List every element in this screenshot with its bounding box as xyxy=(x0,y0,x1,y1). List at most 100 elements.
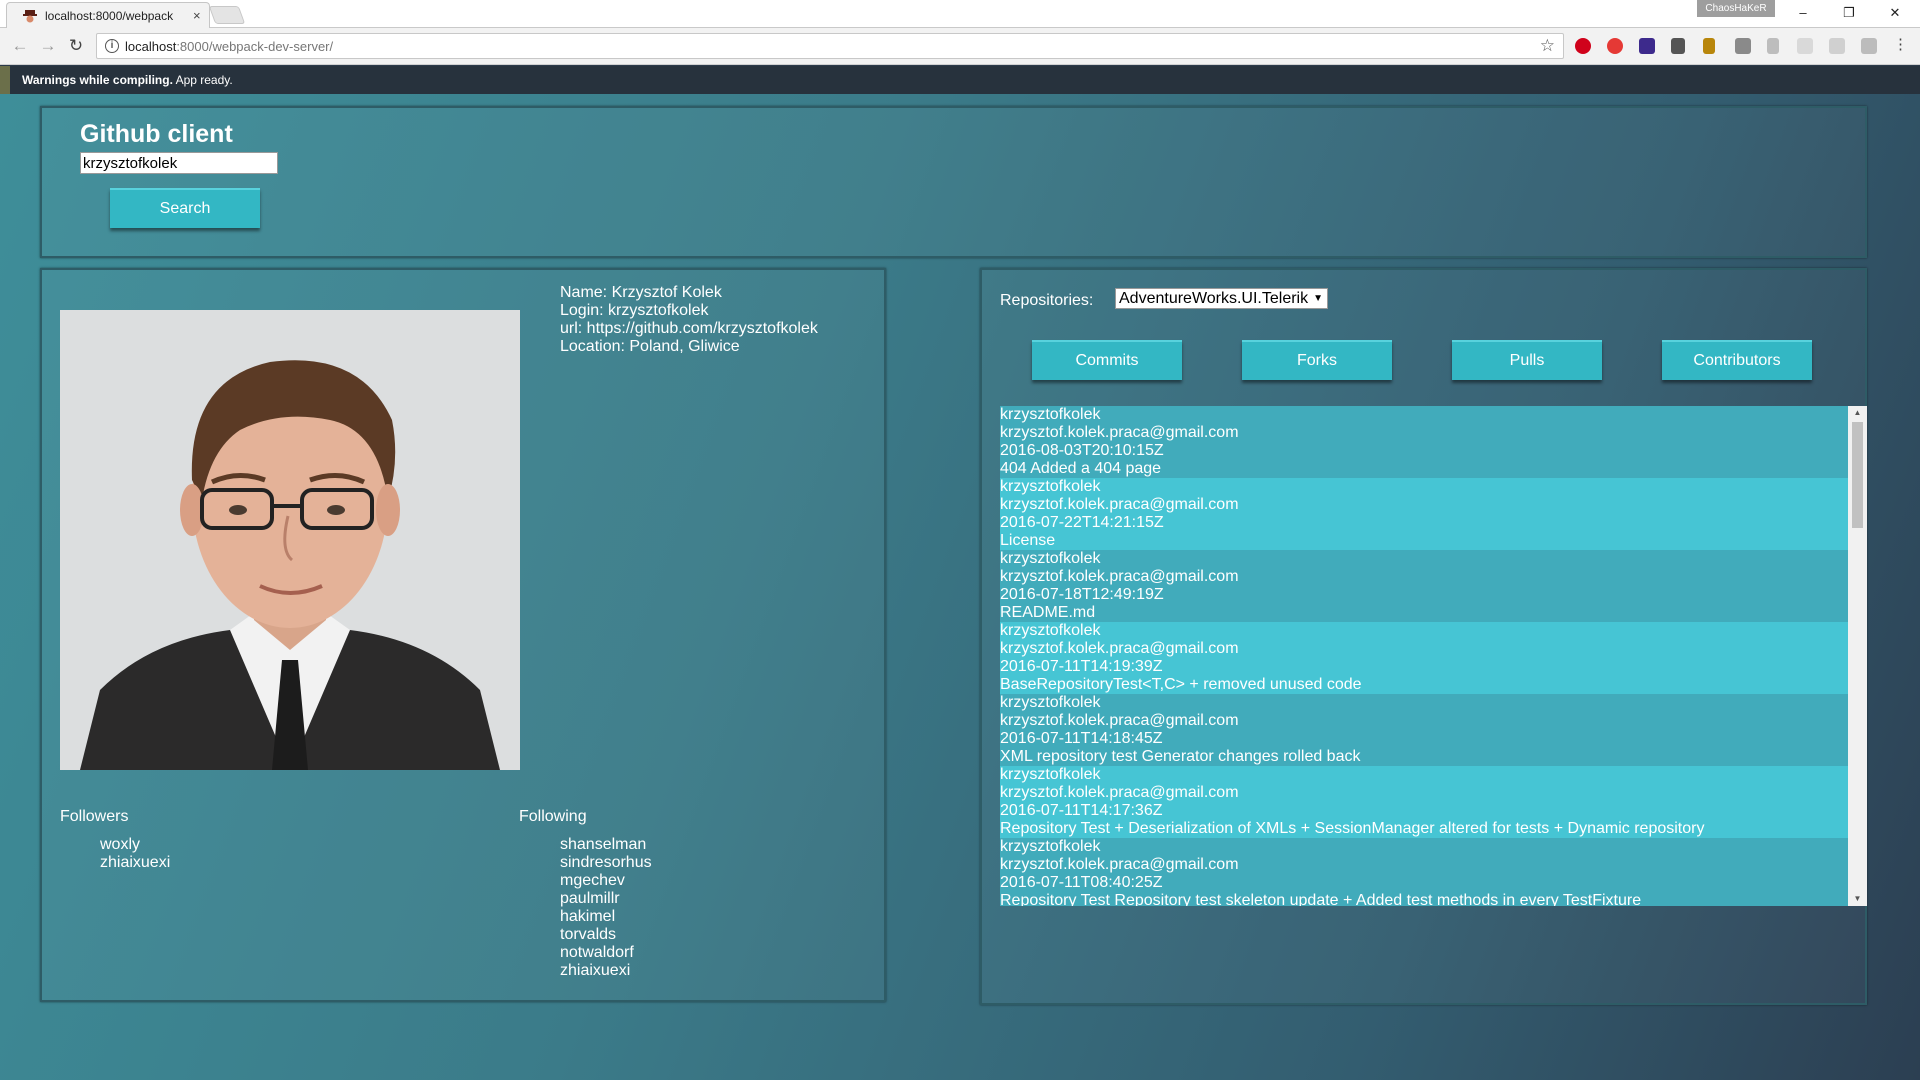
commit-email: krzysztof.kolek.praca@gmail.com xyxy=(1000,856,1239,873)
tab-pulls[interactable]: Pulls xyxy=(1452,340,1602,380)
browser-tabstrip: localhost:8000/webpack × ChaosHaKeR – ❐ … xyxy=(0,0,1920,28)
commit-message: Repository Test Repository test skeleton… xyxy=(1000,892,1642,906)
commit-author: krzysztofkolek xyxy=(1000,478,1101,495)
following-item[interactable]: torvalds xyxy=(560,926,652,944)
scroll-thumb[interactable] xyxy=(1852,422,1863,528)
followers-title: Followers xyxy=(60,808,129,825)
commit-item[interactable]: krzysztofkolek krzysztof.kolek.praca@gmai… xyxy=(1000,766,1848,838)
following-item[interactable]: paulmillr xyxy=(560,890,652,908)
address-bar[interactable]: i localhost:8000/webpack-dev-server/ ☆ xyxy=(96,33,1564,59)
commit-message: License xyxy=(1000,532,1056,549)
status-text: Warnings while compiling. App ready. xyxy=(22,73,233,87)
dropdown-arrow-icon: ▼ xyxy=(1313,293,1323,304)
commit-date: 2016-07-11T14:18:45Z xyxy=(1000,730,1163,747)
follower-item[interactable]: zhiaixuexi xyxy=(100,854,170,872)
reload-icon[interactable]: ↻ xyxy=(66,36,86,56)
restore-button[interactable]: ❐ xyxy=(1834,3,1864,23)
new-tab-button[interactable] xyxy=(208,6,246,24)
commit-item[interactable]: krzysztofkolek krzysztof.kolek.praca@gmai… xyxy=(1000,550,1848,622)
user-url: url: https://github.com/krzysztofkolek xyxy=(560,320,818,337)
dev-server-status-bar: Warnings while compiling. App ready. xyxy=(0,66,1920,94)
following-item[interactable]: shanselman xyxy=(560,836,652,854)
commit-email: krzysztof.kolek.praca@gmail.com xyxy=(1000,424,1239,441)
extension-icon[interactable] xyxy=(1639,38,1655,54)
following-title: Following xyxy=(519,808,587,825)
username-input[interactable] xyxy=(80,152,278,174)
following-item[interactable]: mgechev xyxy=(560,872,652,890)
user-login: Login: krzysztofkolek xyxy=(560,302,709,319)
commit-message: Repository Test + Deserialization of XML… xyxy=(1000,820,1705,837)
tab-title: localhost:8000/webpack xyxy=(45,9,174,23)
push-extension-icon[interactable] xyxy=(1671,38,1685,54)
following-list: shanselman sindresorhus mgechev paulmill… xyxy=(560,836,652,980)
commit-date: 2016-07-11T08:40:25Z xyxy=(1000,874,1163,891)
opera-extension-icon[interactable] xyxy=(1575,38,1591,54)
commit-email: krzysztof.kolek.praca@gmail.com xyxy=(1000,496,1239,513)
repositories-label: Repositories: xyxy=(1000,292,1094,309)
commit-author: krzysztofkolek xyxy=(1000,622,1101,639)
profile-badge[interactable]: ChaosHaKeR xyxy=(1697,0,1775,17)
repo-panel: Repositories: AdventureWorks.UI.Telerik … xyxy=(980,268,1867,1005)
commit-list[interactable]: krzysztofkolek krzysztof.kolek.praca@gmai… xyxy=(1000,406,1867,906)
repository-select[interactable]: AdventureWorks.UI.Telerik ▼ xyxy=(1115,288,1328,309)
close-window-button[interactable]: ✕ xyxy=(1880,3,1910,23)
back-arrow-icon[interactable]: ← xyxy=(10,36,30,56)
browser-toolbar: ← → ↻ i localhost:8000/webpack-dev-serve… xyxy=(0,28,1920,65)
user-name: Name: Krzysztof Kolek xyxy=(560,284,722,301)
commit-date: 2016-07-18T12:49:19Z xyxy=(1000,586,1164,603)
commit-date: 2016-07-11T14:17:36Z xyxy=(1000,802,1163,819)
user-panel: Name: Krzysztof Kolek Login: krzysztofko… xyxy=(40,268,886,1002)
bookmark-star-icon[interactable]: ☆ xyxy=(1540,36,1555,56)
menu-dots-icon[interactable]: ⋮ xyxy=(1893,37,1909,54)
search-panel: Github client Search xyxy=(40,106,1867,258)
extension-icon[interactable] xyxy=(1797,38,1813,54)
commit-item[interactable]: krzysztofkolek krzysztof.kolek.praca@gmai… xyxy=(1000,694,1848,766)
commit-author: krzysztofkolek xyxy=(1000,766,1101,783)
extension-icon[interactable] xyxy=(1829,38,1845,54)
scroll-down-icon[interactable]: ▼ xyxy=(1848,892,1867,906)
info-icon[interactable]: i xyxy=(105,39,119,53)
following-item[interactable]: hakimel xyxy=(560,908,652,926)
tab-forks[interactable]: Forks xyxy=(1242,340,1392,380)
commit-author: krzysztofkolek xyxy=(1000,406,1101,423)
following-item[interactable]: zhiaixuexi xyxy=(560,962,652,980)
commit-item[interactable]: krzysztofkolek krzysztof.kolek.praca@gmai… xyxy=(1000,622,1848,694)
commit-item[interactable]: krzysztofkolek krzysztof.kolek.praca@gmai… xyxy=(1000,478,1848,550)
commit-date: 2016-07-11T14:19:39Z xyxy=(1000,658,1163,675)
commit-item[interactable]: krzysztofkolek krzysztof.kolek.praca@gmai… xyxy=(1000,838,1848,906)
search-button[interactable]: Search xyxy=(110,188,260,228)
tab-commits[interactable]: Commits xyxy=(1032,340,1182,380)
follower-item[interactable]: woxly xyxy=(100,836,170,854)
repository-selected-value: AdventureWorks.UI.Telerik xyxy=(1119,290,1309,307)
extension-icon[interactable] xyxy=(1861,38,1877,54)
scrollbar[interactable]: ▲ ▼ xyxy=(1848,406,1867,906)
app-title: Github client xyxy=(80,120,233,148)
avatar-photo xyxy=(60,310,520,770)
scroll-up-icon[interactable]: ▲ xyxy=(1848,406,1867,420)
minimize-button[interactable]: – xyxy=(1788,3,1818,23)
commit-author: krzysztofkolek xyxy=(1000,694,1101,711)
followers-list: woxly zhiaixuexi xyxy=(100,836,170,872)
commit-author: krzysztofkolek xyxy=(1000,838,1101,855)
following-item[interactable]: notwaldorf xyxy=(560,944,652,962)
bug-extension-icon[interactable] xyxy=(1607,38,1623,54)
tab-contributors[interactable]: Contributors xyxy=(1662,340,1812,380)
url-text: localhost:8000/webpack-dev-server/ xyxy=(125,39,334,54)
commit-email: krzysztof.kolek.praca@gmail.com xyxy=(1000,568,1239,585)
commit-message: XML repository test Generator changes ro… xyxy=(1000,748,1361,765)
extension-icon[interactable] xyxy=(1767,38,1779,54)
commit-item[interactable]: krzysztofkolek krzysztof.kolek.praca@gmai… xyxy=(1000,406,1848,478)
following-item[interactable]: sindresorhus xyxy=(560,854,652,872)
commit-message: BaseRepositoryTest<T,C> + removed unused… xyxy=(1000,676,1362,693)
forward-arrow-icon[interactable]: → xyxy=(38,36,58,56)
commit-email: krzysztof.kolek.praca@gmail.com xyxy=(1000,784,1239,801)
key-extension-icon[interactable] xyxy=(1703,38,1715,54)
commit-message: README.md xyxy=(1000,604,1096,621)
commit-email: krzysztof.kolek.praca@gmail.com xyxy=(1000,712,1239,729)
user-location: Location: Poland, Gliwice xyxy=(560,338,740,355)
status-accent xyxy=(0,66,10,94)
browser-tab[interactable]: localhost:8000/webpack × xyxy=(6,2,210,28)
commit-message: 404 Added a 404 page xyxy=(1000,460,1162,477)
tab-close-icon[interactable]: × xyxy=(193,8,201,23)
extension-icon[interactable] xyxy=(1735,38,1751,54)
